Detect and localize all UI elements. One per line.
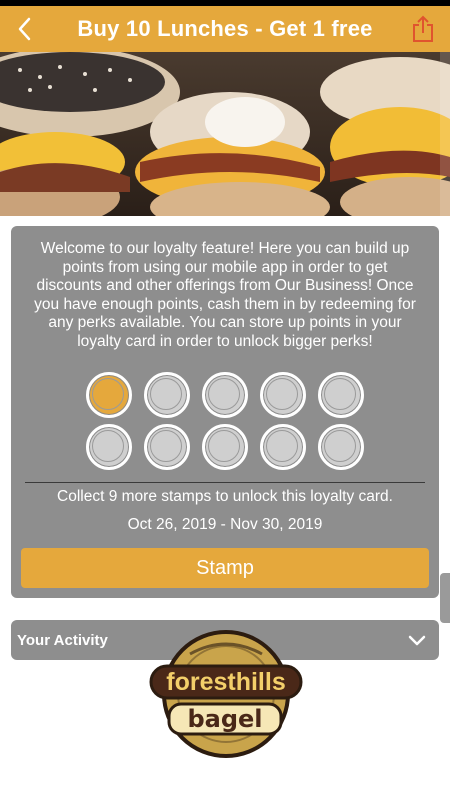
logo-text-line2: bagel bbox=[187, 705, 262, 733]
share-icon bbox=[413, 15, 433, 42]
collect-message: Collect 9 more stamps to unlock this loy… bbox=[57, 488, 393, 505]
stamp-empty bbox=[86, 424, 132, 470]
hero-image bbox=[0, 52, 450, 216]
divider bbox=[25, 482, 425, 483]
stamp-empty bbox=[144, 424, 190, 470]
loyalty-card: Welcome to our loyalty feature! Here you… bbox=[11, 226, 439, 598]
share-button[interactable] bbox=[406, 12, 440, 46]
chevron-left-icon bbox=[18, 17, 31, 41]
stamp-button[interactable]: Stamp bbox=[21, 548, 429, 588]
back-button[interactable] bbox=[8, 12, 42, 46]
stamp-empty bbox=[144, 372, 190, 418]
app-header: Buy 10 Lunches - Get 1 free bbox=[0, 6, 450, 52]
foresthills-bagel-logo: foresthills bagel bbox=[145, 624, 307, 760]
stamp-empty bbox=[318, 372, 364, 418]
stamp-grid bbox=[11, 372, 439, 476]
stamp-empty bbox=[260, 372, 306, 418]
chevron-down-icon bbox=[408, 635, 426, 646]
stamp-empty bbox=[202, 424, 248, 470]
stamp-empty bbox=[318, 424, 364, 470]
scrollbar-thumb[interactable] bbox=[440, 573, 450, 623]
stamp-empty bbox=[260, 424, 306, 470]
page-title: Buy 10 Lunches - Get 1 free bbox=[77, 16, 373, 41]
logo-text-line1: foresthills bbox=[166, 668, 285, 696]
stamp-empty bbox=[202, 372, 248, 418]
stamp-filled bbox=[86, 372, 132, 418]
your-activity-label: Your Activity bbox=[17, 631, 108, 649]
loyalty-description: Welcome to our loyalty feature! Here you… bbox=[34, 240, 416, 350]
date-range: Oct 26, 2019 - Nov 30, 2019 bbox=[127, 516, 323, 533]
